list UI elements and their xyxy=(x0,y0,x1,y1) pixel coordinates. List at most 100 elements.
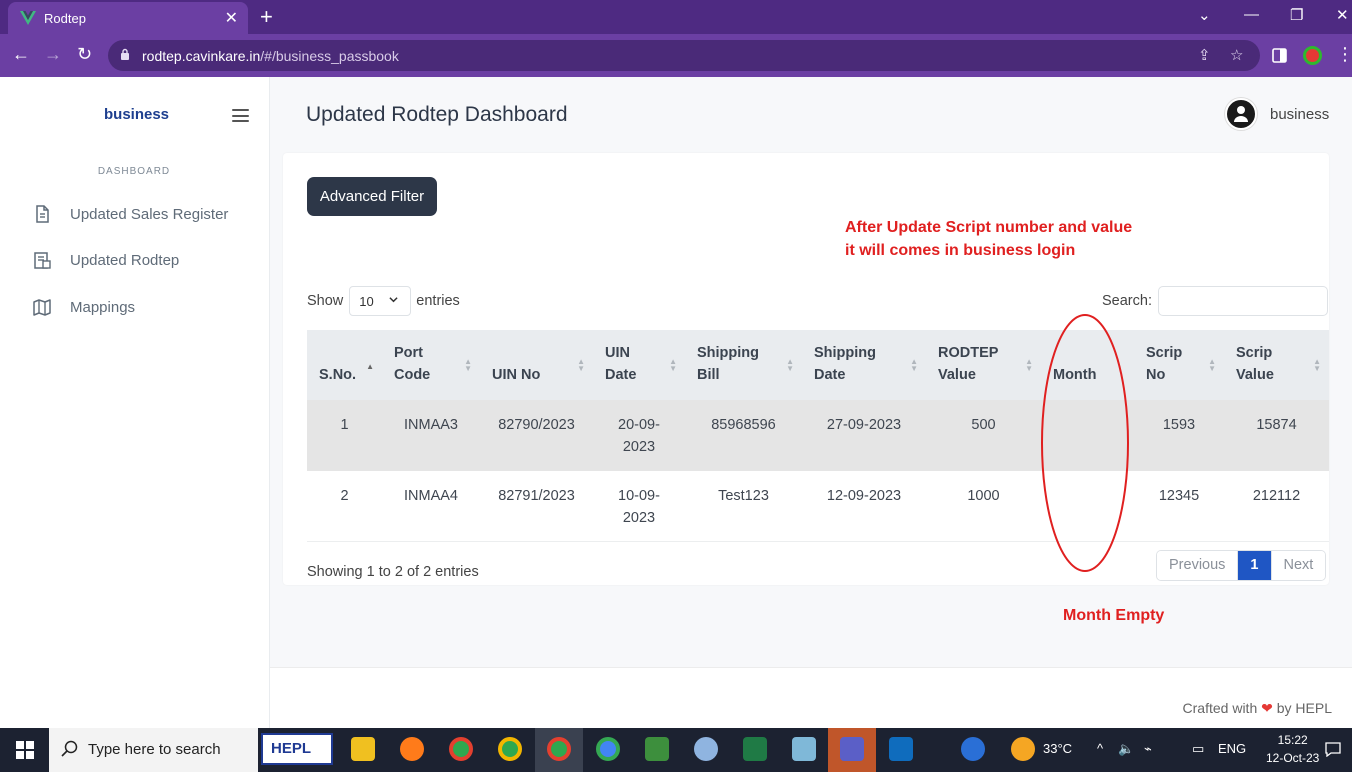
annotation-oval xyxy=(1041,314,1129,572)
sidebar-brand[interactable]: business xyxy=(104,106,169,123)
cell-shipping-date: 12-09-2023 xyxy=(826,488,902,504)
user-icon xyxy=(1234,106,1248,122)
table-search: Search: xyxy=(1102,286,1328,316)
address-bar[interactable]: rodtep.cavinkare.in/#/business_passbook … xyxy=(108,40,1260,71)
column-header-port-code[interactable]: Port Code ▲ ▼ xyxy=(382,330,480,400)
tab-search-chevron-icon[interactable]: ⌄ xyxy=(1198,6,1211,24)
chrome-work-icon[interactable] xyxy=(596,737,620,761)
show-hidden-icons-icon[interactable]: ^ xyxy=(1097,741,1103,756)
temperature[interactable]: 33°C xyxy=(1043,741,1072,756)
pagination: Previous 1 Next xyxy=(1156,550,1327,581)
footer-credit: Crafted with ❤ by HEPL xyxy=(1182,700,1332,716)
cell-shipping-bill: Test123 xyxy=(718,488,769,504)
page-length-select[interactable]: 10 xyxy=(349,286,412,316)
sidebar-item-updated-sales-register[interactable]: Updated Sales Register xyxy=(32,202,228,226)
new-tab-button[interactable]: + xyxy=(260,4,273,30)
sort-ascending-icon: ▲ xyxy=(366,362,374,371)
sidebar-item-label: Mappings xyxy=(70,298,136,316)
paint-icon[interactable] xyxy=(694,737,718,761)
network-icon[interactable]: ⌁ xyxy=(1144,741,1152,757)
sidebar-item-updated-rodtep[interactable]: Updated Rodtep xyxy=(32,248,179,272)
sidebar-section-label: DASHBOARD xyxy=(97,166,171,177)
back-icon[interactable]: ← xyxy=(12,44,30,65)
show-label: Show xyxy=(307,293,344,309)
browser-toolbar: ← → ↻ rodtep.cavinkare.in/#/business_pas… xyxy=(0,34,1352,77)
sidebar-item-label: Updated Rodtep xyxy=(70,251,180,269)
cell-port-code: INMAA3 xyxy=(404,417,458,433)
restore-icon[interactable]: ❐ xyxy=(1290,6,1303,24)
notepad-icon[interactable] xyxy=(792,737,816,761)
notification-icon[interactable] xyxy=(1325,741,1341,757)
forward-icon[interactable]: → xyxy=(44,44,62,65)
bookmark-star-icon[interactable]: ☆ xyxy=(1230,46,1243,64)
cell-sno: 1 xyxy=(340,417,349,433)
cell-scrip-no: 1593 xyxy=(1162,417,1196,433)
chrome-icon[interactable] xyxy=(498,737,522,761)
previous-page-button[interactable]: Previous xyxy=(1157,551,1239,580)
volume-icon[interactable]: 🔈 xyxy=(1118,741,1134,757)
cell-scrip-value: 212112 xyxy=(1252,488,1301,504)
table-row[interactable]: 2 INMAA4 82791/2023 10-09- 2023 Test123 1… xyxy=(307,471,1329,541)
column-header-uin-date[interactable]: UIN Date ▲ ▼ xyxy=(593,330,685,400)
search-input[interactable] xyxy=(1157,286,1328,316)
taskbar-search[interactable]: Type here to search xyxy=(49,728,258,772)
next-page-button[interactable]: Next xyxy=(1270,551,1326,580)
taskbar-search-placeholder: Type here to search xyxy=(88,741,221,758)
cell-rodtep-value: 500 xyxy=(971,417,996,433)
column-header-uin-no[interactable]: UIN No ▲ ▼ xyxy=(480,330,593,400)
sort-icon: ▲ ▼ xyxy=(1313,357,1321,373)
teams-icon[interactable] xyxy=(840,737,864,761)
table-row[interactable]: 1 INMAA3 82790/2023 20-09- 2023 85968596 … xyxy=(307,400,1329,471)
month-empty-annotation: Month Empty xyxy=(1063,607,1165,624)
sidebar-item-mappings[interactable]: Mappings xyxy=(32,295,135,319)
cell-uin-date: 10-09- 2023 xyxy=(618,488,660,526)
windows-start-icon[interactable] xyxy=(16,741,34,759)
excel-icon[interactable] xyxy=(743,737,767,761)
sidebar: business DASHBOARD Updated Sales Registe… xyxy=(0,77,270,728)
advanced-filter-button[interactable]: Advanced Filter xyxy=(307,177,437,216)
tab-title: Rodtep xyxy=(44,11,86,26)
user-avatar[interactable] xyxy=(1225,98,1257,130)
minimize-icon[interactable]: — xyxy=(1244,6,1259,23)
page-1-button[interactable]: 1 xyxy=(1238,551,1271,580)
battery-icon[interactable]: ▭ xyxy=(1192,741,1204,757)
language-indicator[interactable]: ENG xyxy=(1218,741,1246,756)
column-header-scrip-no[interactable]: Scrip No ▲ ▼ xyxy=(1134,330,1224,400)
file-explorer-icon[interactable] xyxy=(351,737,375,761)
cell-shipping-bill: 85968596 xyxy=(711,417,776,433)
cell-shipping-date: 27-09-2023 xyxy=(826,417,902,433)
chrome-profile-icon[interactable] xyxy=(449,737,473,761)
vue-logo-icon xyxy=(20,11,36,25)
side-panel-icon[interactable] xyxy=(1272,48,1287,63)
page-length-control: Show 10 entries xyxy=(307,286,460,316)
lock-icon xyxy=(121,48,129,60)
profile-avatar[interactable] xyxy=(1303,46,1322,65)
reload-icon[interactable]: ↻ xyxy=(77,44,92,65)
hamburger-menu-icon[interactable] xyxy=(232,109,249,122)
column-header-rodtep-value[interactable]: RODTEP Value ▲ ▼ xyxy=(926,330,1041,400)
table-header-row: S.No. ▲ Port Code ▲ ▼ UIN No ▲ ▼ UIN Date ▲ ▼ Shi… xyxy=(307,330,1329,400)
share-icon[interactable]: ⇪ xyxy=(1198,46,1211,64)
outlook-icon[interactable] xyxy=(889,737,913,761)
clock[interactable]: 15:22 12-Oct-23 xyxy=(1266,731,1319,767)
browser-tab[interactable]: Rodtep ✕ xyxy=(8,2,248,34)
table-info: Showing 1 to 2 of 2 entries xyxy=(307,564,479,580)
close-window-icon[interactable]: ✕ xyxy=(1336,6,1349,24)
column-header-sno[interactable]: S.No. ▲ xyxy=(307,330,382,400)
cell-uin-date: 20-09- 2023 xyxy=(618,417,660,455)
tab-close-icon[interactable]: ✕ xyxy=(225,8,238,28)
firefox-icon[interactable] xyxy=(400,737,424,761)
cell-rodtep-value: 1000 xyxy=(967,488,1000,504)
chart-app-icon[interactable] xyxy=(645,737,669,761)
hepl-logo[interactable]: HEPL xyxy=(261,733,333,765)
column-header-shipping-date[interactable]: Shipping Date ▲ ▼ xyxy=(802,330,926,400)
chrome-active-icon[interactable] xyxy=(547,737,571,761)
user-name[interactable]: business xyxy=(1270,106,1329,123)
column-header-scrip-value[interactable]: Scrip Value ▲ ▼ xyxy=(1224,330,1329,400)
weather-icon[interactable] xyxy=(1011,737,1035,761)
column-header-shipping-bill[interactable]: Shipping Bill ▲ ▼ xyxy=(685,330,802,400)
browser-menu-icon[interactable]: ⋮ xyxy=(1336,44,1352,65)
main-content: Updated Rodtep Dashboard business Advanc… xyxy=(270,77,1352,728)
help-icon[interactable] xyxy=(961,737,985,761)
annotation-note: After Update Script number and value it … xyxy=(845,219,1133,259)
